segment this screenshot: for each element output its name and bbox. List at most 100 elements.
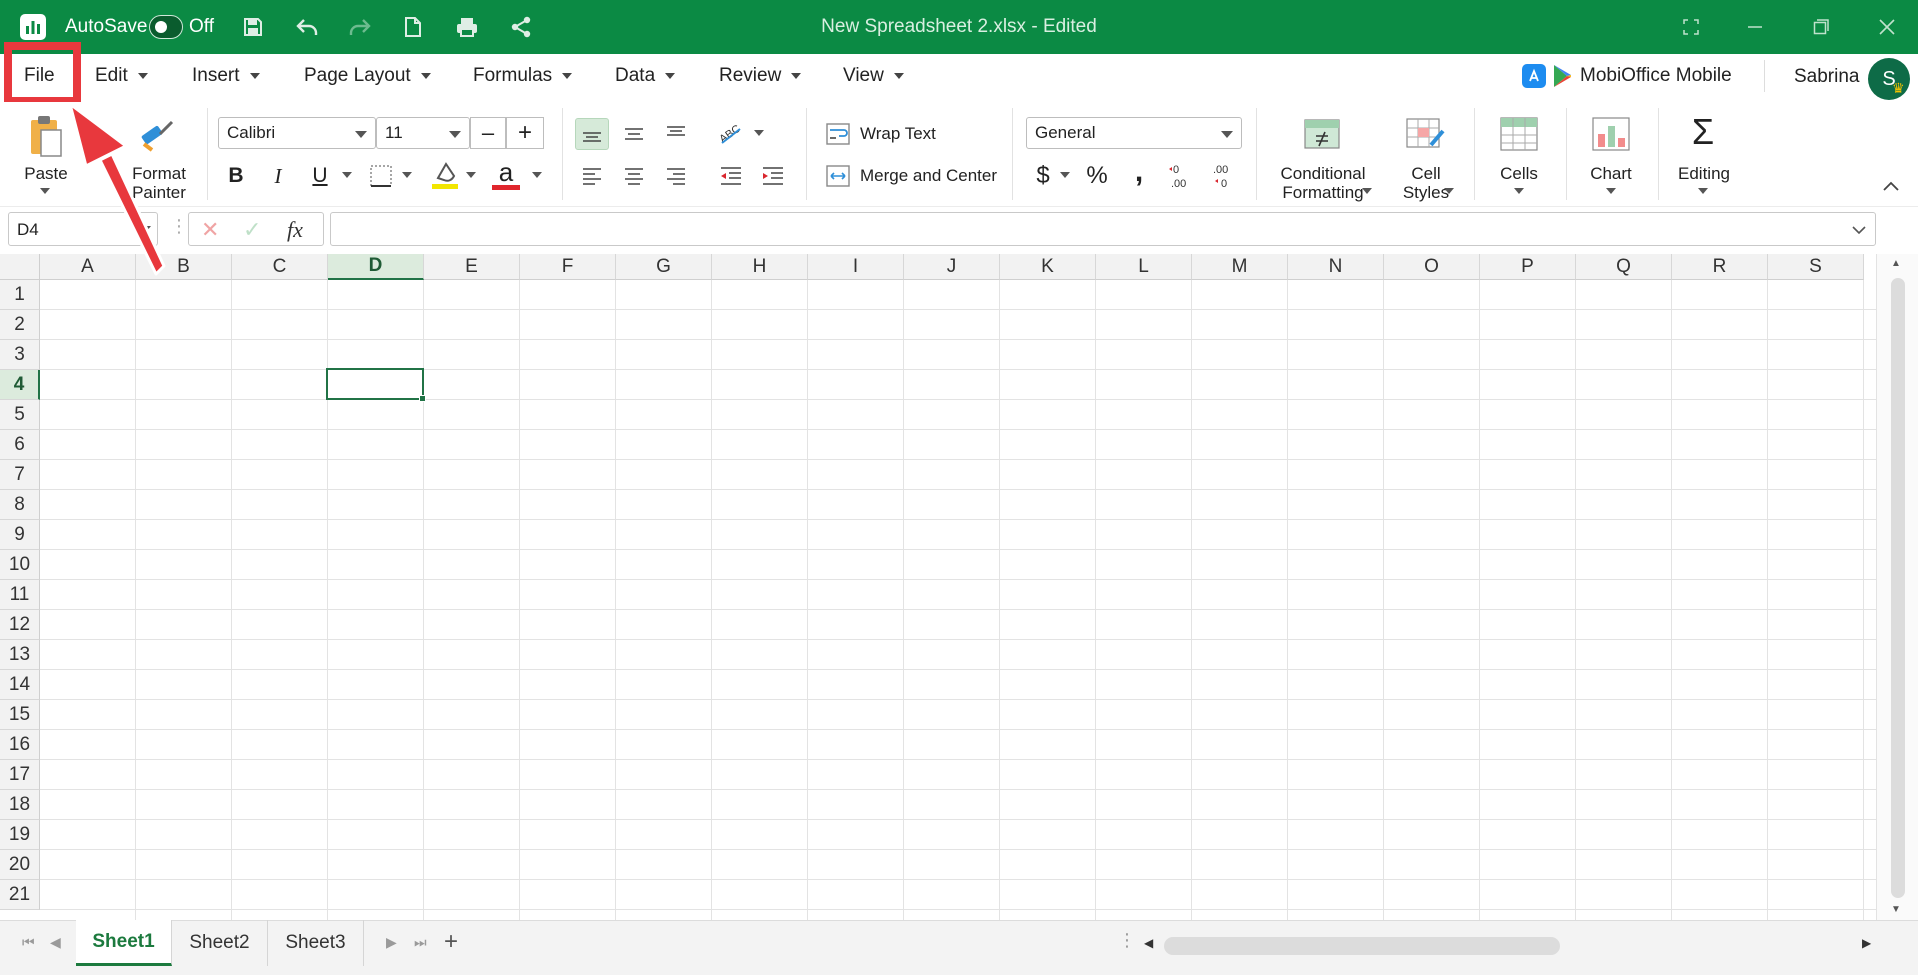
row-header-5[interactable]: 5 [0, 400, 40, 430]
select-all-corner[interactable] [0, 254, 40, 280]
cells-label[interactable]: Cells [1490, 164, 1548, 183]
next-sheet-icon[interactable]: ▶ [386, 934, 397, 951]
cells-icon[interactable] [1498, 114, 1540, 154]
row-header-3[interactable]: 3 [0, 340, 40, 370]
row-header-20[interactable]: 20 [0, 850, 40, 880]
column-header-n[interactable]: N [1288, 254, 1384, 280]
column-header-l[interactable]: L [1096, 254, 1192, 280]
undo-icon[interactable] [292, 12, 322, 42]
menu-review[interactable]: Review [719, 65, 802, 87]
column-header-p[interactable]: P [1480, 254, 1576, 280]
row-header-11[interactable]: 11 [0, 580, 40, 610]
previous-sheet-icon[interactable]: ◀ [50, 934, 61, 951]
menu-data[interactable]: Data [615, 65, 676, 87]
insert-function-button[interactable]: fx [287, 217, 303, 243]
horizontal-scroll-thumb[interactable] [1164, 937, 1560, 955]
column-header-h[interactable]: H [712, 254, 808, 280]
decrease-indent-icon[interactable] [714, 160, 748, 192]
scroll-left-icon[interactable]: ◀ [1144, 936, 1153, 950]
expand-formula-icon[interactable] [1851, 225, 1867, 235]
row-header-17[interactable]: 17 [0, 760, 40, 790]
merge-center-label[interactable]: Merge and Center [860, 166, 997, 185]
scroll-right-icon[interactable]: ▶ [1862, 936, 1871, 950]
print-icon[interactable] [452, 12, 482, 42]
drag-handle-icon[interactable]: ⋮ [170, 216, 188, 237]
menu-edit[interactable]: Edit [95, 65, 148, 87]
restore-icon[interactable] [1806, 12, 1836, 42]
paste-icon[interactable] [24, 112, 68, 160]
name-box[interactable]: D4 [8, 212, 158, 246]
menu-view[interactable]: View [843, 65, 904, 87]
align-right-button[interactable] [659, 160, 693, 192]
fill-color-icon[interactable] [428, 158, 460, 192]
format-painter-icon[interactable] [138, 114, 178, 158]
column-header-s[interactable]: S [1768, 254, 1864, 280]
wrap-text-label[interactable]: Wrap Text [860, 124, 936, 143]
row-header-8[interactable]: 8 [0, 490, 40, 520]
column-header-r[interactable]: R [1672, 254, 1768, 280]
collapse-ribbon-icon[interactable] [1876, 174, 1906, 198]
sheet-tab-sheet3[interactable]: Sheet3 [268, 920, 364, 966]
font-color-button[interactable]: a [490, 156, 522, 192]
bold-button[interactable]: B [222, 160, 250, 192]
row-header-9[interactable]: 9 [0, 520, 40, 550]
row-header-14[interactable]: 14 [0, 670, 40, 700]
confirm-entry-icon[interactable]: ✓ [243, 217, 261, 243]
currency-button[interactable]: $ [1030, 160, 1056, 192]
chart-label[interactable]: Chart [1582, 164, 1640, 183]
scroll-up-icon[interactable]: ▲ [1891, 258, 1901, 269]
selected-cell[interactable] [326, 368, 426, 402]
align-center-button[interactable] [617, 160, 651, 192]
sheet-tab-sheet2[interactable]: Sheet2 [172, 920, 268, 966]
row-header-2[interactable]: 2 [0, 310, 40, 340]
new-document-icon[interactable] [398, 12, 428, 42]
font-name-select[interactable]: Calibri [218, 117, 376, 149]
column-header-c[interactable]: C [232, 254, 328, 280]
cell-styles-label[interactable]: Cell Styles [1398, 164, 1454, 202]
chart-icon[interactable] [1590, 114, 1632, 154]
menu-formulas[interactable]: Formulas [473, 65, 573, 87]
column-header-i[interactable]: I [808, 254, 904, 280]
increase-indent-icon[interactable] [756, 160, 790, 192]
row-header-15[interactable]: 15 [0, 700, 40, 730]
row-header-13[interactable]: 13 [0, 640, 40, 670]
column-header-k[interactable]: K [1000, 254, 1096, 280]
align-left-button[interactable] [575, 160, 609, 192]
borders-icon[interactable] [366, 162, 396, 190]
conditional-formatting-label[interactable]: Conditional Formatting [1270, 164, 1376, 202]
column-header-g[interactable]: G [616, 254, 712, 280]
scroll-down-icon[interactable]: ▼ [1891, 904, 1901, 915]
column-header-d[interactable]: D [328, 254, 424, 280]
formula-input[interactable] [330, 212, 1876, 246]
mobioffice-promo[interactable]: MobiOffice Mobile [1522, 64, 1732, 88]
comma-button[interactable]: , [1124, 155, 1154, 188]
row-header-21[interactable]: 21 [0, 880, 40, 910]
number-format-select[interactable]: General [1026, 117, 1242, 149]
row-header-16[interactable]: 16 [0, 730, 40, 760]
editing-label[interactable]: Editing [1668, 164, 1740, 183]
percent-button[interactable]: % [1082, 160, 1112, 192]
first-sheet-icon[interactable]: ⏮ [22, 934, 35, 951]
column-header-a[interactable]: A [40, 254, 136, 280]
row-header-7[interactable]: 7 [0, 460, 40, 490]
vertical-scroll-thumb[interactable] [1891, 278, 1905, 898]
add-sheet-button[interactable]: + [444, 928, 458, 956]
menu-insert[interactable]: Insert [192, 65, 260, 87]
align-top-button[interactable] [575, 118, 609, 150]
row-header-6[interactable]: 6 [0, 430, 40, 460]
menu-page-layout[interactable]: Page Layout [304, 65, 431, 87]
row-header-1[interactable]: 1 [0, 280, 40, 310]
column-header-o[interactable]: O [1384, 254, 1480, 280]
cut-copy-icon[interactable] [84, 116, 108, 164]
align-bottom-button[interactable] [659, 118, 693, 150]
minimize-icon[interactable] [1740, 12, 1770, 42]
sheet-tab-sheet1[interactable]: Sheet1 [76, 920, 172, 966]
italic-button[interactable]: I [264, 160, 292, 192]
column-header-m[interactable]: M [1192, 254, 1288, 280]
conditional-formatting-icon[interactable] [1302, 114, 1342, 154]
underline-button[interactable]: U [306, 160, 334, 192]
font-size-select[interactable]: 11 [376, 117, 470, 149]
cell-styles-icon[interactable] [1404, 114, 1446, 154]
last-sheet-icon[interactable]: ⏭ [414, 934, 427, 951]
row-header-10[interactable]: 10 [0, 550, 40, 580]
